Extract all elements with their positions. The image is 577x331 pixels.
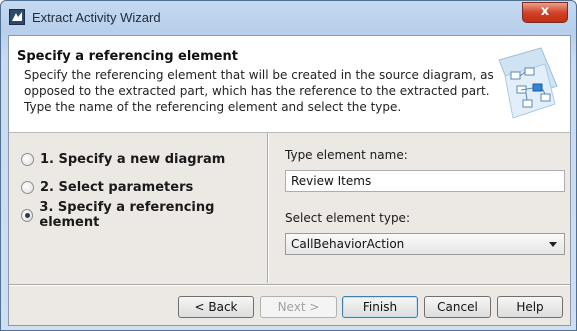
wizard-steps: 1. Specify a new diagram 2. Select param…: [9, 133, 266, 283]
element-name-input[interactable]: Review Items: [285, 170, 565, 192]
description-line: Type the name of the referencing element…: [24, 100, 402, 114]
element-name-label: Type element name:: [285, 148, 408, 162]
step-specify-referencing-element[interactable]: 3. Specify a referencing element: [21, 200, 266, 230]
referencing-element-form: Type element name: Review Items Select e…: [271, 133, 568, 283]
step-specify-new-diagram[interactable]: 1. Specify a new diagram: [21, 149, 225, 169]
help-button[interactable]: Help: [497, 296, 563, 318]
page-description: Specify the referencing element that wil…: [24, 67, 494, 115]
window-title: Extract Activity Wizard: [32, 10, 161, 25]
element-type-select[interactable]: CallBehaviorAction: [285, 233, 565, 255]
step-radio-selected[interactable]: [21, 208, 34, 222]
button-bar-divider: [9, 284, 570, 286]
wizard-window: Extract Activity Wizard x Specify a refe…: [0, 0, 577, 331]
step-radio[interactable]: [21, 180, 34, 194]
step-radio[interactable]: [21, 152, 34, 166]
page-title: Specify a referencing element: [17, 49, 238, 64]
app-icon: [9, 9, 25, 25]
close-button[interactable]: x: [522, 2, 568, 23]
step-label: 2. Select parameters: [40, 179, 194, 195]
step-select-parameters[interactable]: 2. Select parameters: [21, 177, 193, 197]
back-button[interactable]: < Back: [178, 296, 254, 318]
vertical-divider: [267, 133, 269, 283]
close-icon: x: [540, 4, 550, 19]
description-line: Specify the referencing element that wil…: [24, 68, 494, 82]
finish-button[interactable]: Finish: [342, 296, 418, 318]
title-bar[interactable]: Extract Activity Wizard x: [1, 1, 576, 35]
element-type-value: CallBehaviorAction: [291, 237, 405, 251]
element-type-label: Select element type:: [285, 211, 410, 225]
wizard-content: Specify a referencing element Specify th…: [8, 35, 571, 326]
chevron-down-icon[interactable]: [549, 242, 557, 247]
cancel-button[interactable]: Cancel: [424, 296, 491, 318]
wizard-header: Specify a referencing element Specify th…: [9, 36, 570, 133]
description-line: opposed to the extracted part, which has…: [24, 84, 490, 98]
next-button[interactable]: Next >: [260, 296, 337, 318]
wizard-banner-icon: [498, 47, 558, 119]
step-label: 3. Specify a referencing element: [39, 200, 215, 230]
step-label: 1. Specify a new diagram: [40, 151, 226, 167]
